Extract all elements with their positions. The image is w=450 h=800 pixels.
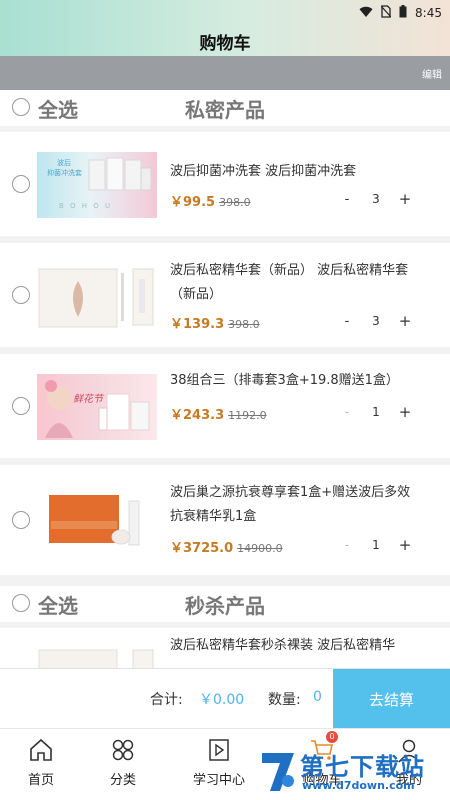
product-price: ￥3725.0 14900.0 [170, 537, 283, 556]
current-price: ￥139.3 [170, 317, 225, 332]
edit-button[interactable]: 编辑 [422, 66, 442, 81]
site-watermark: 第七下载站 www.d7down.com [258, 745, 448, 800]
checkout-bar: 合计: ￥0.00 数量: 0 去结算 [0, 668, 450, 729]
current-price: ￥3725.0 [170, 541, 234, 556]
home-icon [28, 737, 54, 763]
product-image[interactable] [37, 263, 157, 329]
product-price: ￥243.3 1192.0 [170, 404, 267, 423]
product-name[interactable]: 波后私密精华套（新品） 波后私密精华套（新品） [170, 259, 420, 307]
quantity-value[interactable]: 1 [358, 538, 394, 552]
status-time: 8:45 [415, 6, 442, 20]
cart-item: 波后巢之源抗衰尊享套1盒+赠送波后多效抗衰精华乳1盒 ￥3725.0 14900.… [0, 465, 450, 575]
tab-label: 分类 [109, 773, 136, 788]
thumb-text: 波后 [57, 159, 71, 167]
section-header-flash-sale: 全选 秒杀产品 [0, 586, 450, 622]
play-video-icon [206, 737, 232, 763]
product-price: ￥139.3 398.0 [170, 313, 260, 332]
original-price: 1192.0 [228, 409, 267, 422]
original-price: 398.0 [228, 318, 260, 331]
increase-button[interactable]: + [394, 403, 416, 421]
watermark-logo-icon [258, 749, 298, 797]
quantity-stepper: - 1 + [336, 535, 416, 555]
quantity-stepper: - 1 + [336, 402, 416, 422]
product-image[interactable]: 波后 抑菌冲洗套 B O H O U [37, 152, 157, 218]
status-bar: 8:45 [0, 0, 450, 26]
item-select-radio[interactable] [12, 175, 30, 193]
wifi-icon [359, 6, 373, 21]
watermark-url: www.d7down.com [302, 779, 415, 792]
quantity-total: 0 [313, 689, 322, 705]
watermark-title: 第七下载站 [300, 753, 425, 781]
section-header-private: 全选 私密产品 [0, 90, 450, 126]
section-title: 秒杀产品 [185, 594, 265, 618]
section-title: 私密产品 [185, 98, 265, 122]
cart-item: 波后私密精华套（新品） 波后私密精华套（新品） ￥139.3 398.0 - 3 … [0, 243, 450, 347]
product-name[interactable]: 波后私密精华套秒杀裸装 波后私密精华 [170, 634, 420, 658]
current-price: ￥99.5 [170, 195, 216, 210]
cart-list[interactable]: 全选 私密产品 波后 抑菌冲洗套 B O H O U 波后抑菌冲洗套 波后抑菌冲… [0, 90, 450, 668]
battery-icon [399, 5, 407, 21]
decrease-button[interactable]: - [336, 405, 358, 420]
tab-category[interactable]: 分类 [78, 729, 168, 800]
quantity-label: 数量: [268, 692, 301, 708]
cart-badge: 0 [326, 731, 338, 743]
quantity-stepper: - 3 + [336, 311, 416, 331]
decrease-button[interactable]: - [336, 538, 358, 553]
product-name[interactable]: 38组合三（排毒套3盒+19.8赠送1盒） [170, 369, 420, 393]
tab-home[interactable]: 首页 [0, 729, 86, 800]
quantity-stepper: - 3 + [336, 189, 416, 209]
increase-button[interactable]: + [394, 190, 416, 208]
cart-toolbar: 编辑 [0, 56, 450, 90]
total-label: 合计: [150, 692, 183, 708]
product-image[interactable] [37, 646, 157, 668]
decrease-button[interactable]: - [336, 192, 358, 207]
checkout-button[interactable]: 去结算 [333, 669, 450, 729]
cart-item: 鲜花节 38组合三（排毒套3盒+19.8赠送1盒） ￥243.3 1192.0 -… [0, 354, 450, 458]
item-select-radio[interactable] [12, 286, 30, 304]
item-select-radio[interactable] [12, 511, 30, 529]
quantity-value[interactable]: 3 [358, 192, 394, 206]
product-price: ￥99.5 398.0 [170, 191, 251, 210]
thumb-text: 抑菌冲洗套 [47, 169, 82, 177]
title-bar: 购物车 [0, 26, 450, 56]
tab-label: 学习中心 [192, 773, 245, 788]
increase-button[interactable]: + [394, 536, 416, 554]
quantity-value[interactable]: 3 [358, 314, 394, 328]
product-image[interactable]: 鲜花节 [37, 374, 157, 440]
quantity-value[interactable]: 1 [358, 405, 394, 419]
cart-item: 波后私密精华套秒杀裸装 波后私密精华 [0, 628, 450, 668]
increase-button[interactable]: + [394, 312, 416, 330]
product-name[interactable]: 波后抑菌冲洗套 波后抑菌冲洗套 [170, 160, 420, 184]
total-amount: ￥0.00 [199, 692, 245, 708]
cart-item: 波后 抑菌冲洗套 B O H O U 波后抑菌冲洗套 波后抑菌冲洗套 ￥99.5… [0, 132, 450, 236]
thumb-text: B O H O U [59, 202, 113, 210]
product-image[interactable] [37, 487, 157, 553]
page-title: 购物车 [199, 33, 251, 54]
thumb-text: 鲜花节 [73, 394, 103, 405]
no-sim-icon [380, 5, 392, 21]
original-price: 14900.0 [237, 542, 283, 555]
product-name[interactable]: 波后巢之源抗衰尊享套1盒+赠送波后多效抗衰精华乳1盒 [170, 481, 420, 529]
tab-label: 首页 [27, 773, 54, 788]
tab-learning-center[interactable]: 学习中心 [174, 729, 264, 800]
item-select-radio[interactable] [12, 397, 30, 415]
current-price: ￥243.3 [170, 408, 225, 423]
decrease-button[interactable]: - [336, 314, 358, 329]
category-icon [110, 737, 136, 763]
original-price: 398.0 [219, 196, 251, 209]
